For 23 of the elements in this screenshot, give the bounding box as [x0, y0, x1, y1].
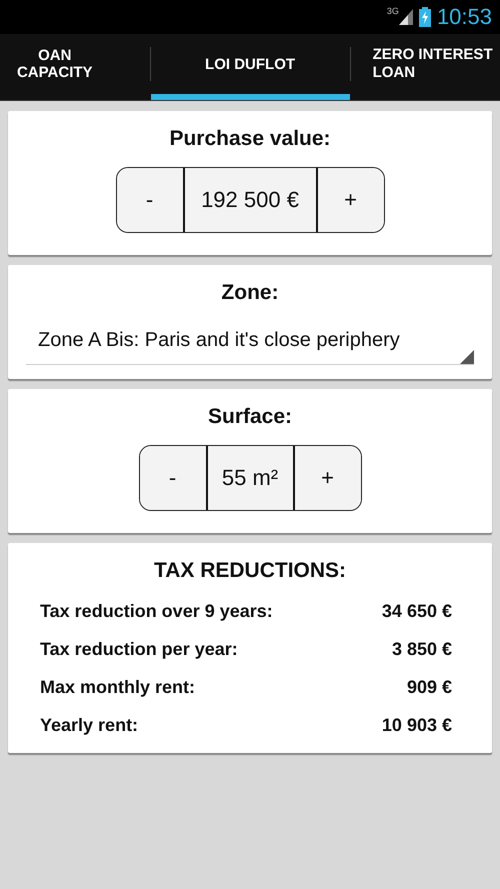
result-value: 10 903 € — [382, 715, 452, 736]
tab[interactable]: OAN CAPACITY — [0, 34, 150, 100]
value-field[interactable]: 55 m² — [206, 446, 294, 510]
zone-dropdown[interactable]: Zone A Bis: Paris and it's close periphery — [26, 321, 474, 365]
value-field[interactable]: 192 500 € — [182, 168, 318, 232]
battery-icon — [418, 7, 431, 27]
dropdown-corner-icon — [460, 350, 474, 364]
signal-icon — [398, 9, 413, 25]
section-title: Surface: — [208, 405, 292, 429]
clock: 10:53 — [436, 4, 492, 30]
section-title: TAX REDUCTIONS: — [154, 559, 346, 583]
tab[interactable]: LOI DUFLOT — [150, 34, 350, 100]
result-label: Tax reduction per year: — [40, 639, 238, 660]
result-label: Yearly rent: — [40, 715, 138, 736]
result-value: 909 € — [406, 677, 452, 698]
tab[interactable]: ZERO INTEREST LOAN — [350, 34, 500, 100]
network-label: 3G — [386, 6, 399, 16]
result-label: Max monthly rent: — [40, 677, 196, 698]
section-title: Purchase value: — [169, 127, 331, 151]
result-value: 34 650 € — [382, 601, 452, 622]
result-label: Tax reduction over 9 years: — [40, 601, 273, 622]
section-title: Zone: — [221, 281, 279, 305]
result-value: 3 850 € — [392, 639, 452, 660]
